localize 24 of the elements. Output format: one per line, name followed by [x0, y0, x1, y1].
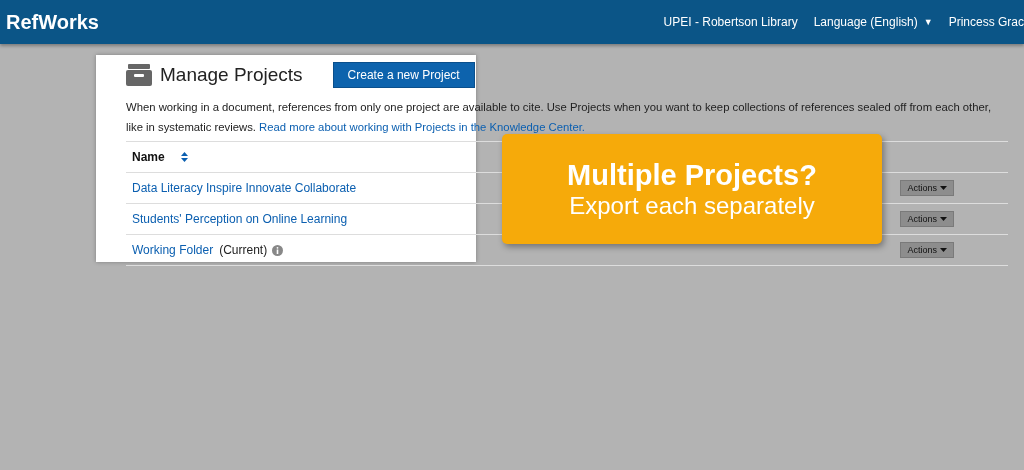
- user-menu[interactable]: Princess Grac: [948, 15, 1024, 29]
- actions-button[interactable]: Actions: [900, 180, 954, 196]
- info-icon[interactable]: [272, 244, 284, 256]
- knowledge-center-link[interactable]: Read more about working with Projects in the Knowledge Center.: [259, 121, 585, 133]
- actions-button[interactable]: Actions: [900, 242, 954, 258]
- caret-icon: [940, 186, 947, 190]
- current-label: (Current): [219, 243, 268, 257]
- page-title: Manage Projects: [160, 64, 303, 86]
- callout-title: Multiple Projects?: [567, 158, 817, 192]
- institution-link[interactable]: UPEI - Robertson Library: [663, 15, 798, 29]
- caret-icon: [940, 217, 947, 221]
- project-link[interactable]: Data Literacy Inspire Innovate Collaborate: [132, 181, 357, 195]
- project-link[interactable]: Working Folder: [132, 243, 214, 257]
- project-link[interactable]: Students' Perception on Online Learning: [132, 212, 348, 226]
- create-project-button[interactable]: Create a new Project: [332, 62, 475, 88]
- language-menu[interactable]: Language (English) ▼: [813, 15, 933, 29]
- actions-button[interactable]: Actions: [900, 211, 954, 227]
- column-header[interactable]: Name: [132, 150, 165, 164]
- description-text: When working in a document, references from only one project are available to cite. Use Projects when you want to keep collections of references sealed off from each other, like in systematic reviews. Read more about working with Projects in the Knowledge Center.: [126, 100, 993, 135]
- sort-icon[interactable]: [180, 152, 188, 162]
- callout-subtitle: Export each separately: [569, 191, 815, 220]
- caret-icon: [940, 248, 947, 252]
- filing-cabinet-icon: [126, 64, 152, 86]
- refworks-logo[interactable]: RefWorks: [6, 10, 99, 34]
